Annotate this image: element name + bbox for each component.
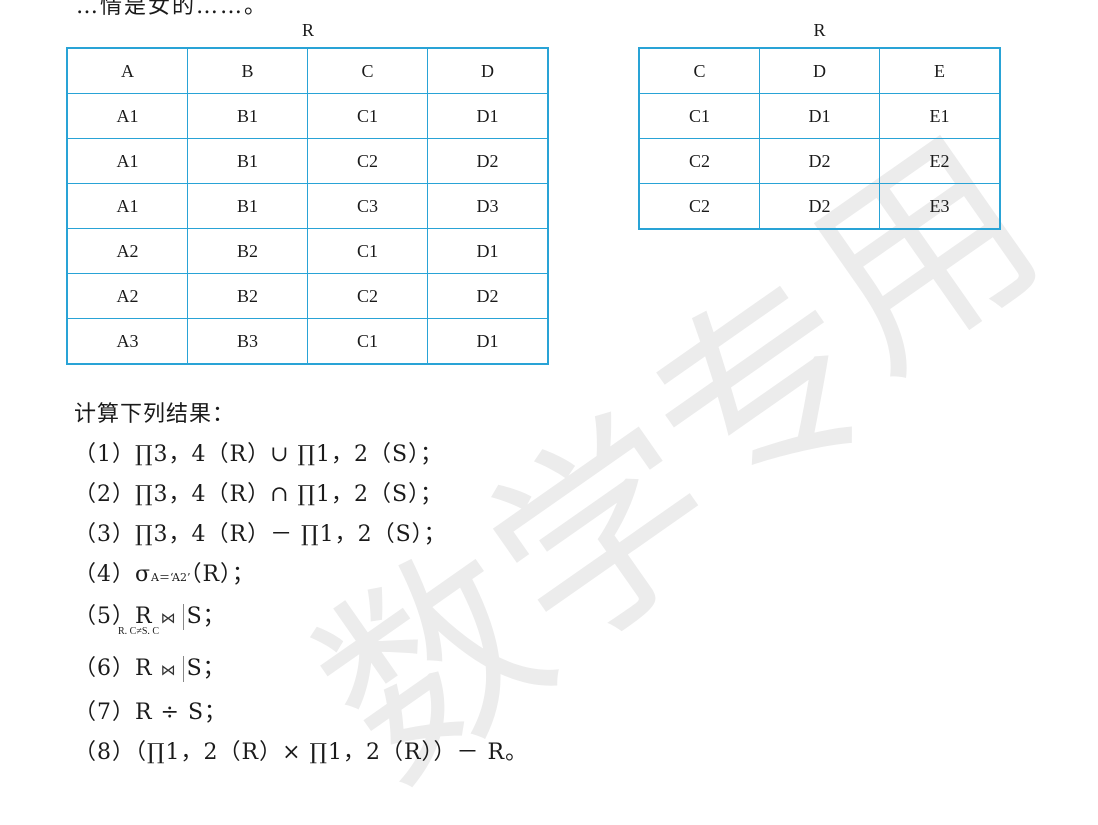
table-s-cell: C2 [638, 183, 760, 230]
table-s-row: C1 D1 E1 [638, 93, 1001, 139]
table-r-row: A1 B1 C3 D3 [66, 183, 549, 229]
watermark-char: 专 [608, 234, 922, 556]
watermark-char: 数 [278, 504, 592, 825]
watermark-char: 学 [448, 374, 762, 696]
question-2: （2）∏3，4（R）∩ ∏1，2（S）； [74, 482, 444, 507]
table-r-cell: D3 [427, 183, 549, 229]
table-s-header-cell: D [759, 47, 880, 94]
table-r-header-cell: C [307, 47, 428, 94]
table-r-cell: D1 [427, 93, 549, 139]
question-5-suffix: S； [186, 604, 226, 629]
relation-s-table: C D E C1 D1 E1 C2 D2 E2 C2 D2 E3 [638, 47, 1001, 230]
table-r-cell: A1 [66, 138, 188, 184]
table-s-cell: D2 [759, 138, 880, 184]
relation-r-table: A B C D A1 B1 C1 D1 A1 B1 C2 D2 A1 B1 C3 D3 A2 B2 C1 D1 A2 B2… [66, 47, 549, 365]
table-r-cell: C1 [307, 93, 428, 139]
table-r-header-cell: B [187, 47, 308, 94]
question-6: （6）R ⋈ S； [74, 650, 226, 682]
join-divider [182, 604, 184, 630]
table-r-row: A2 B2 C1 D1 [66, 228, 549, 274]
table-s-header-cell: C [638, 47, 760, 94]
table-s-cell: D2 [759, 183, 880, 230]
table-r-cell: C1 [307, 318, 428, 365]
table-s-cell: C2 [638, 138, 760, 184]
table-r-cell: C1 [307, 228, 428, 274]
table-r-caption: R [301, 20, 314, 40]
question-1: （1）∏3，4（R）∪ ∏1，2（S）； [74, 442, 444, 467]
table-r-row: A3 B3 C1 D1 [66, 318, 549, 365]
table-r-cell: D1 [427, 318, 549, 365]
table-r-cell: B1 [187, 93, 308, 139]
table-r-cell: A1 [66, 183, 188, 229]
table-r-cell: C2 [307, 138, 428, 184]
table-r-row: A1 B1 C1 D1 [66, 93, 549, 139]
table-r-cell: D2 [427, 273, 549, 319]
question-4-suffix: （R）； [190, 562, 256, 587]
table-r-cell: D1 [427, 228, 549, 274]
table-r-cell: B2 [187, 228, 308, 274]
table-r-cell: A2 [66, 273, 188, 319]
table-r-cell: B1 [187, 183, 308, 229]
table-s-caption: R [813, 20, 826, 40]
table-r-cell: B2 [187, 273, 308, 319]
selection-condition: A＝‘A2’ [151, 571, 191, 584]
table-s-header-cell: E [879, 47, 1001, 94]
join-divider [182, 656, 184, 682]
question-8: （8）（∏1，2（R）× ∏1，2（R））－ R。 [74, 740, 529, 765]
table-s-cell: E3 [879, 183, 1001, 230]
table-r-row: A1 B1 C2 D2 [66, 138, 549, 184]
previous-text-fragment: …情是女的……。 [76, 0, 269, 19]
table-s-cell: C1 [638, 93, 760, 139]
question-3: （3）∏3，4（R）－ ∏1，2（S）； [74, 522, 447, 547]
table-r-cell: A3 [66, 318, 188, 365]
table-s-row: C2 D2 E3 [638, 183, 1001, 230]
join-symbol: ⋈ [160, 661, 177, 679]
table-r-row: A2 B2 C2 D2 [66, 273, 549, 319]
table-s-header-row: CDE [638, 47, 1001, 94]
table-r-header-cell: D [427, 47, 549, 94]
question-6-prefix: （6）R [74, 656, 153, 681]
join-symbol: ⋈ [160, 609, 177, 627]
table-r-cell: A1 [66, 93, 188, 139]
table-r-cell: C3 [307, 183, 428, 229]
question-6-suffix: S； [186, 656, 226, 681]
table-r-cell: C2 [307, 273, 428, 319]
table-s-cell: E1 [879, 93, 1001, 139]
table-r-header-row: ABCD [66, 47, 549, 94]
question-4-prefix: （4）σ [74, 562, 152, 587]
question-5: （5）R ⋈ S； R. C≠S. C [74, 598, 226, 637]
questions-heading: 计算下列结果： [74, 402, 236, 427]
table-s-row: C2 D2 E2 [638, 138, 1001, 184]
table-r-cell: B3 [187, 318, 308, 365]
table-r-cell: D2 [427, 138, 549, 184]
table-s-cell: D1 [759, 93, 880, 139]
table-s-cell: E2 [879, 138, 1001, 184]
table-r-cell: B1 [187, 138, 308, 184]
table-r-header-cell: A [66, 47, 188, 94]
join-condition: R. C≠S. C [118, 626, 160, 637]
table-r-cell: A2 [66, 228, 188, 274]
question-4: （4）σA＝‘A2’（R）； [74, 556, 255, 588]
question-7: （7）R ÷ S； [74, 700, 228, 725]
